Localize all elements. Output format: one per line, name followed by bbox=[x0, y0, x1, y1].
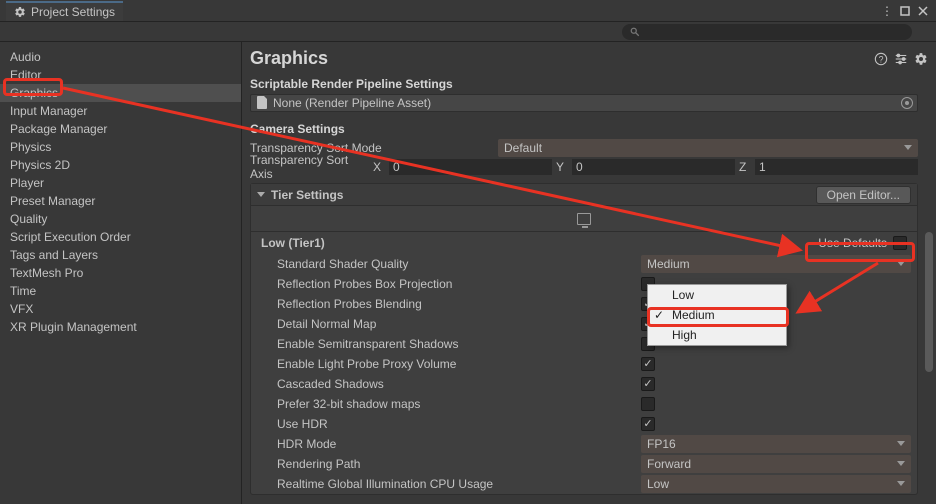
toolbar-row bbox=[0, 22, 936, 42]
srp-heading: Scriptable Render Pipeline Settings bbox=[242, 73, 936, 93]
use-defaults-control[interactable]: Use Defaults bbox=[814, 234, 911, 252]
maximize-icon[interactable] bbox=[898, 4, 912, 18]
option-dropdown[interactable]: FP16 bbox=[641, 435, 911, 453]
sortaxis-x[interactable] bbox=[389, 159, 552, 175]
option-label: Standard Shader Quality bbox=[277, 257, 641, 271]
monitor-icon bbox=[577, 213, 591, 225]
popup-item[interactable]: ✓Medium bbox=[648, 305, 786, 325]
tier-option-row: Realtime Global Illumination CPU UsageLo… bbox=[251, 474, 917, 494]
option-label: Enable Light Probe Proxy Volume bbox=[277, 357, 641, 371]
sidebar-item-tags-and-layers[interactable]: Tags and Layers bbox=[0, 246, 241, 264]
sortmode-dropdown[interactable]: Default bbox=[498, 139, 918, 157]
foldout-icon[interactable] bbox=[257, 192, 265, 197]
sidebar-item-physics-2d[interactable]: Physics 2D bbox=[0, 156, 241, 174]
sortaxis-z[interactable] bbox=[755, 159, 918, 175]
option-dropdown[interactable]: Medium bbox=[641, 255, 911, 273]
close-icon[interactable] bbox=[916, 4, 930, 18]
window-title: Project Settings bbox=[31, 5, 115, 19]
file-icon bbox=[257, 96, 268, 109]
object-picker-icon[interactable] bbox=[901, 97, 913, 109]
tier-option-row: Cascaded Shadows bbox=[251, 374, 917, 394]
option-checkbox[interactable] bbox=[641, 357, 655, 371]
sortaxis-label: Transparency Sort Axis bbox=[250, 153, 369, 181]
option-label: Detail Normal Map bbox=[277, 317, 641, 331]
sidebar-item-preset-manager[interactable]: Preset Manager bbox=[0, 192, 241, 210]
titlebar: Project Settings ⋮ bbox=[0, 0, 936, 22]
srp-asset-field[interactable]: None (Render Pipeline Asset) bbox=[250, 94, 918, 112]
tier-option-row: Reflection Probes Box Projection bbox=[251, 274, 917, 294]
option-checkbox[interactable] bbox=[641, 377, 655, 391]
search-input[interactable] bbox=[622, 24, 912, 40]
tier-option-row: Detail Normal Map bbox=[251, 314, 917, 334]
window-menu-icon[interactable]: ⋮ bbox=[880, 4, 894, 18]
option-label: Reflection Probes Blending bbox=[277, 297, 641, 311]
option-label: Cascaded Shadows bbox=[277, 377, 641, 391]
tier-option-row: Use HDR bbox=[251, 414, 917, 434]
sidebar-item-vfx[interactable]: VFX bbox=[0, 300, 241, 318]
sidebar-item-physics[interactable]: Physics bbox=[0, 138, 241, 156]
page-title: Graphics bbox=[250, 48, 868, 69]
sidebar: AudioEditorGraphicsInput ManagerPackage … bbox=[0, 42, 242, 504]
window-tab[interactable]: Project Settings bbox=[6, 1, 123, 21]
option-dropdown[interactable]: Forward bbox=[641, 455, 911, 473]
tier-group-label: Low (Tier1) bbox=[261, 236, 814, 250]
sidebar-item-quality[interactable]: Quality bbox=[0, 210, 241, 228]
open-editor-button[interactable]: Open Editor... bbox=[816, 186, 911, 204]
sidebar-item-xr-plugin-management[interactable]: XR Plugin Management bbox=[0, 318, 241, 336]
sidebar-item-script-execution-order[interactable]: Script Execution Order bbox=[0, 228, 241, 246]
sortaxis-y[interactable] bbox=[572, 159, 735, 175]
option-label: Enable Semitransparent Shadows bbox=[277, 337, 641, 351]
popup-item[interactable]: Low bbox=[648, 285, 786, 305]
tier-option-row: Reflection Probes Blending bbox=[251, 294, 917, 314]
sidebar-item-player[interactable]: Player bbox=[0, 174, 241, 192]
search-icon bbox=[630, 27, 640, 37]
tier-option-row: Enable Light Probe Proxy Volume bbox=[251, 354, 917, 374]
option-label: Realtime Global Illumination CPU Usage bbox=[277, 477, 641, 491]
sidebar-item-audio[interactable]: Audio bbox=[0, 48, 241, 66]
use-defaults-checkbox[interactable] bbox=[893, 236, 907, 250]
content-panel: Graphics ? Scriptable Render Pipeline Se… bbox=[242, 42, 936, 504]
settings-sliders-icon[interactable] bbox=[894, 52, 908, 66]
gear-icon bbox=[14, 6, 26, 18]
sidebar-item-package-manager[interactable]: Package Manager bbox=[0, 120, 241, 138]
sidebar-item-editor[interactable]: Editor bbox=[0, 66, 241, 84]
scrollbar-vertical[interactable] bbox=[923, 232, 935, 504]
option-dropdown[interactable]: Low bbox=[641, 475, 911, 493]
svg-text:?: ? bbox=[879, 54, 884, 64]
gear-icon[interactable] bbox=[914, 52, 928, 66]
tier-option-row: Enable Semitransparent Shadows bbox=[251, 334, 917, 354]
option-checkbox[interactable] bbox=[641, 417, 655, 431]
tier-option-row: HDR ModeFP16 bbox=[251, 434, 917, 454]
option-checkbox[interactable] bbox=[641, 397, 655, 411]
option-label: HDR Mode bbox=[277, 437, 641, 451]
sidebar-item-time[interactable]: Time bbox=[0, 282, 241, 300]
tier-option-row: Rendering PathForward bbox=[251, 454, 917, 474]
popup-item[interactable]: High bbox=[648, 325, 786, 345]
tier-settings-panel: Tier Settings Open Editor... Low (Tier1)… bbox=[250, 183, 918, 495]
help-icon[interactable]: ? bbox=[874, 52, 888, 66]
option-label: Prefer 32-bit shadow maps bbox=[277, 397, 641, 411]
tier-platform-tab[interactable] bbox=[251, 206, 917, 232]
shader-quality-popup: Low✓MediumHigh bbox=[647, 284, 787, 346]
tier-option-row: Standard Shader QualityMedium bbox=[251, 254, 917, 274]
sidebar-item-graphics[interactable]: Graphics bbox=[0, 84, 241, 102]
option-label: Use HDR bbox=[277, 417, 641, 431]
check-icon: ✓ bbox=[654, 308, 664, 322]
tier-heading: Tier Settings bbox=[271, 188, 816, 202]
sidebar-item-textmesh-pro[interactable]: TextMesh Pro bbox=[0, 264, 241, 282]
option-label: Rendering Path bbox=[277, 457, 641, 471]
tier-option-row: Prefer 32-bit shadow maps bbox=[251, 394, 917, 414]
sidebar-item-input-manager[interactable]: Input Manager bbox=[0, 102, 241, 120]
camera-heading: Camera Settings bbox=[242, 118, 936, 138]
option-label: Reflection Probes Box Projection bbox=[277, 277, 641, 291]
